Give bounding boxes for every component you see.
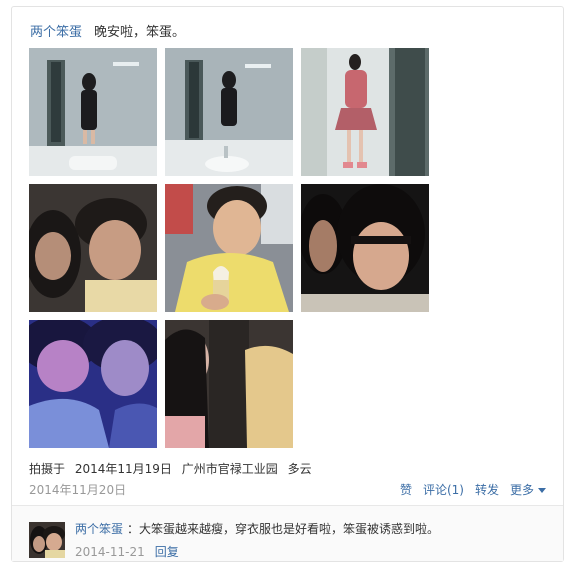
more-button[interactable]: 更多: [510, 481, 546, 498]
photo-couple-selfie-2[interactable]: [301, 184, 429, 312]
chevron-down-icon: [538, 488, 546, 493]
photo-mirror-selfie-2[interactable]: [165, 48, 293, 176]
comment-button[interactable]: 评论(1): [423, 481, 464, 498]
comment-section: 两个笨蛋 ：大笨蛋越来越瘦，穿衣服也是好看啦，笨蛋被诱惑到啦。 2014-11-2…: [12, 506, 563, 561]
reply-button[interactable]: 回复: [155, 545, 179, 559]
meta-location: 广州市官禄工业园: [181, 462, 278, 476]
post-header: 两个笨蛋 晚安啦，笨蛋。: [30, 21, 185, 40]
post-actions: 赞 评论(1) 转发 更多: [389, 481, 546, 498]
meta-date: 2014年11月19日: [74, 462, 172, 476]
comment-text: ：大笨蛋越来越瘦，穿衣服也是好看啦，笨蛋被诱惑到啦。: [127, 522, 440, 536]
photo-fullbody-selfie[interactable]: [301, 48, 429, 176]
comment-author-link[interactable]: 两个笨蛋: [75, 522, 123, 536]
post-text: 晚安啦，笨蛋。: [94, 25, 186, 40]
meta-weather: 多云: [287, 462, 312, 476]
share-button[interactable]: 转发: [475, 481, 499, 498]
meta-prefix: 拍摄于: [29, 462, 66, 476]
post-date: 2014年11月20日: [29, 483, 127, 497]
photo-meta: 拍摄于 2014年11月19日 广州市官禄工业园 多云: [29, 460, 318, 477]
photo-mirror-selfie-1[interactable]: [29, 48, 157, 176]
more-label: 更多: [509, 483, 534, 497]
comment-meta: 2014-11-21 回复: [75, 543, 179, 560]
photo-couple-selfie-1[interactable]: [29, 184, 157, 312]
like-button[interactable]: 赞: [400, 481, 412, 498]
photo-grid: [29, 48, 429, 448]
photo-couple-selfie-dark[interactable]: [165, 320, 293, 448]
post-footer: 2014年11月20日 赞 评论(1) 转发 更多: [29, 481, 546, 501]
photo-boy-icecream[interactable]: [165, 184, 293, 312]
photo-couple-selfie-purple[interactable]: [29, 320, 157, 448]
comment-line: 两个笨蛋 ：大笨蛋越来越瘦，穿衣服也是好看啦，笨蛋被诱惑到啦。: [75, 520, 439, 537]
post-author-link[interactable]: 两个笨蛋: [30, 25, 82, 40]
comment-date: 2014-11-21: [75, 545, 145, 559]
avatar[interactable]: [29, 522, 65, 558]
feed-card: 两个笨蛋 晚安啦，笨蛋。 拍摄于 2014年11月19日 广州市官禄工业园 多云…: [11, 6, 564, 562]
